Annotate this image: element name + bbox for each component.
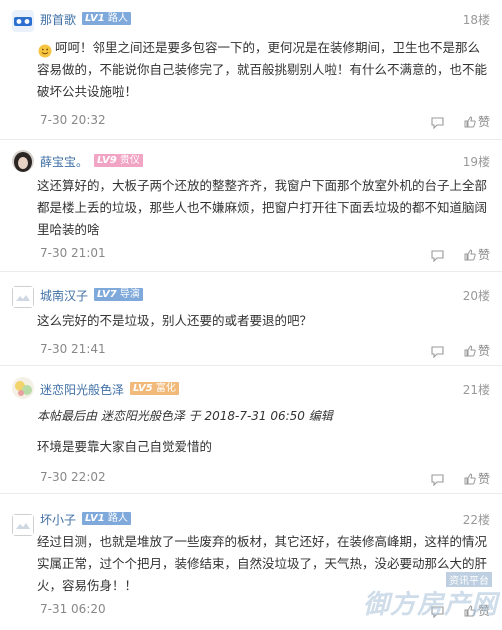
username[interactable]: 坏小子 bbox=[40, 511, 76, 528]
like-button[interactable]: 赞 bbox=[464, 470, 490, 487]
post-content: 环境是要靠大家自己自觉爱惜的 bbox=[37, 439, 213, 454]
thumbs-up-icon bbox=[464, 116, 476, 128]
thumbs-up-icon bbox=[464, 345, 476, 357]
reply-icon[interactable] bbox=[431, 343, 444, 359]
post-content: 这么完好的不是垃圾，别人还要的或者要退的吧？ bbox=[37, 313, 313, 328]
reply-icon[interactable] bbox=[431, 114, 444, 130]
level-badge: LV7 导演 bbox=[94, 288, 143, 301]
floor-number: 22楼 bbox=[462, 513, 490, 527]
thumbs-up-icon bbox=[464, 249, 476, 261]
post-time: 7-30 22:02 bbox=[40, 470, 106, 484]
level-badge: LV9 贵仪 bbox=[94, 154, 143, 167]
post-time: 7-30 21:01 bbox=[40, 246, 106, 260]
like-label: 赞 bbox=[477, 248, 490, 262]
thumbs-up-icon bbox=[464, 473, 476, 485]
site-watermark: 资讯平台 御方房产网 bbox=[363, 572, 498, 628]
reply-icon[interactable] bbox=[431, 247, 444, 263]
post-content: 这还算好的，大板子两个还放的整整齐齐，我窗户下面那个放室外机的台子上全部都是楼上… bbox=[37, 178, 488, 237]
watermark-logo: 御方房产网 bbox=[362, 589, 498, 619]
like-label: 赞 bbox=[477, 344, 490, 358]
post-time: 7-30 20:32 bbox=[40, 113, 106, 127]
username[interactable]: 薛宝宝。 bbox=[40, 153, 88, 170]
post-19: 薛宝宝。 LV9 贵仪 19楼 这还算好的，大板子两个还放的整整齐齐，我窗户下面… bbox=[0, 140, 502, 272]
post-content: 呵呵！邻里之间还是要多包容一下的，更何况是在装修期间，卫生也不是那么容易做的，不… bbox=[37, 40, 488, 99]
edit-note: 本帖最后由 迷恋阳光般色泽 于 2018-7-31 06:50 编辑 bbox=[37, 409, 333, 423]
level-badge: LV5 富化 bbox=[130, 382, 179, 395]
user-avatar[interactable] bbox=[12, 150, 34, 172]
user-avatar[interactable] bbox=[12, 377, 34, 399]
username[interactable]: 那首歌 bbox=[40, 11, 76, 28]
floor-number: 20楼 bbox=[462, 289, 490, 303]
post-20: 城南汉子 LV7 导演 20楼 这么完好的不是垃圾，别人还要的或者要退的吧？ 7… bbox=[0, 272, 502, 366]
level-badge: LV1 路人 bbox=[82, 512, 131, 525]
reply-icon[interactable] bbox=[431, 471, 444, 487]
floor-number: 18楼 bbox=[462, 13, 490, 27]
floor-number: 19楼 bbox=[462, 155, 490, 169]
like-label: 赞 bbox=[477, 472, 490, 486]
username[interactable]: 城南汉子 bbox=[40, 287, 88, 304]
like-button[interactable]: 赞 bbox=[464, 113, 490, 130]
floor-number: 21楼 bbox=[462, 383, 490, 397]
post-18: 那首歌 LV1 路人 18楼 呵呵！邻里之间还是要多包容一下的，更何况是在装修期… bbox=[0, 0, 502, 140]
username[interactable]: 迷恋阳光般色泽 bbox=[40, 381, 124, 398]
like-label: 赞 bbox=[477, 115, 490, 129]
user-avatar[interactable] bbox=[12, 286, 34, 308]
post-time: 7-31 06:20 bbox=[40, 602, 106, 616]
post-time: 7-30 21:41 bbox=[40, 342, 106, 356]
user-avatar[interactable] bbox=[12, 514, 34, 536]
level-badge: LV1 路人 bbox=[82, 12, 131, 25]
like-button[interactable]: 赞 bbox=[464, 246, 490, 263]
post-21: 迷恋阳光般色泽 LV5 富化 21楼 本帖最后由 迷恋阳光般色泽 于 2018-… bbox=[0, 366, 502, 494]
user-avatar[interactable] bbox=[12, 10, 34, 32]
like-button[interactable]: 赞 bbox=[464, 342, 490, 359]
